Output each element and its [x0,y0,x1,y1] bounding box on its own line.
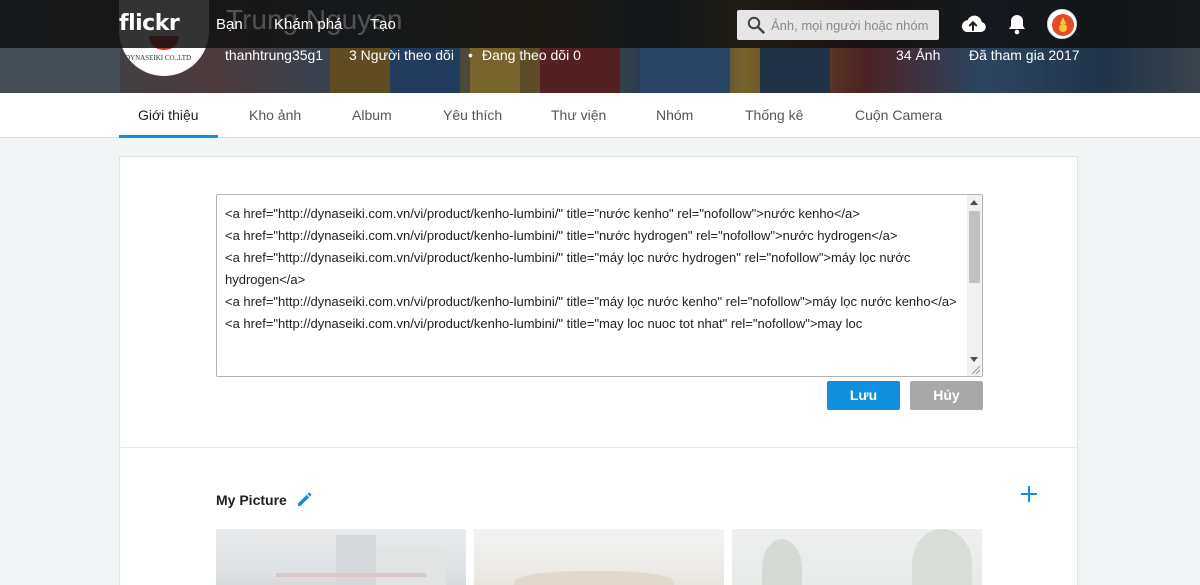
followers-link[interactable]: 3 Người theo dõi [349,47,454,63]
search-icon [747,16,765,34]
tab-faves[interactable]: Yêu thích [443,107,502,123]
top-navigation-bar: flickr Bạn Khám phá Tạo [0,0,1200,48]
textarea-scrollbar[interactable] [967,195,982,376]
bell-icon[interactable] [1007,13,1027,35]
tab-stats[interactable]: Thống kê [745,107,803,123]
user-avatar[interactable] [1047,9,1077,39]
add-icon[interactable] [1019,484,1039,504]
save-button[interactable]: Lưu [827,381,900,410]
avatar-caption: DYNASEIKI CO.,LTD [125,54,192,62]
tab-groups[interactable]: Nhóm [656,107,693,123]
description-text[interactable]: <a href="http://dynaseiki.com.vn/vi/prod… [225,203,965,335]
tab-camera-roll[interactable]: Cuộn Camera [855,107,942,123]
about-card: <a href="http://dynaseiki.com.vn/vi/prod… [119,156,1078,585]
search-box[interactable] [737,10,939,40]
tab-albums[interactable]: Album [352,107,392,123]
tab-photostream[interactable]: Kho ảnh [249,107,301,123]
scroll-up-arrow-icon[interactable] [970,200,978,205]
profile-display-name: Trung Nguyen [226,4,403,35]
showcase-title: My Picture [216,492,287,508]
flickr-logo[interactable]: flickr [119,11,180,36]
showcase-photo[interactable] [474,529,724,585]
scroll-down-arrow-icon[interactable] [970,357,978,362]
following-link[interactable]: Đang theo dõi 0 [482,47,581,63]
pencil-icon[interactable] [296,490,314,508]
joined-date: Đã tham gia 2017 [969,47,1080,63]
search-input[interactable] [771,10,936,40]
cancel-button[interactable]: Hủy [910,381,983,410]
active-tab-indicator [119,135,218,138]
description-textarea[interactable]: <a href="http://dynaseiki.com.vn/vi/prod… [216,194,983,377]
upload-icon[interactable] [959,13,987,35]
stats-separator: • [468,47,473,63]
tab-galleries[interactable]: Thư viện [551,107,606,123]
photo-count: 34 Ảnh [896,47,941,63]
avatar-logo-icon [1049,11,1076,38]
section-divider [120,447,1077,448]
profile-tabs: Giới thiệu Kho ảnh Album Yêu thích Thư v… [0,93,1200,138]
resize-grip-icon[interactable] [972,366,980,374]
showcase-photo[interactable] [732,529,982,585]
scrollbar-thumb[interactable] [969,211,980,283]
showcase-photo[interactable] [216,529,466,585]
profile-username: thanhtrung35g1 [225,47,324,63]
tab-about[interactable]: Giới thiệu [138,107,199,123]
